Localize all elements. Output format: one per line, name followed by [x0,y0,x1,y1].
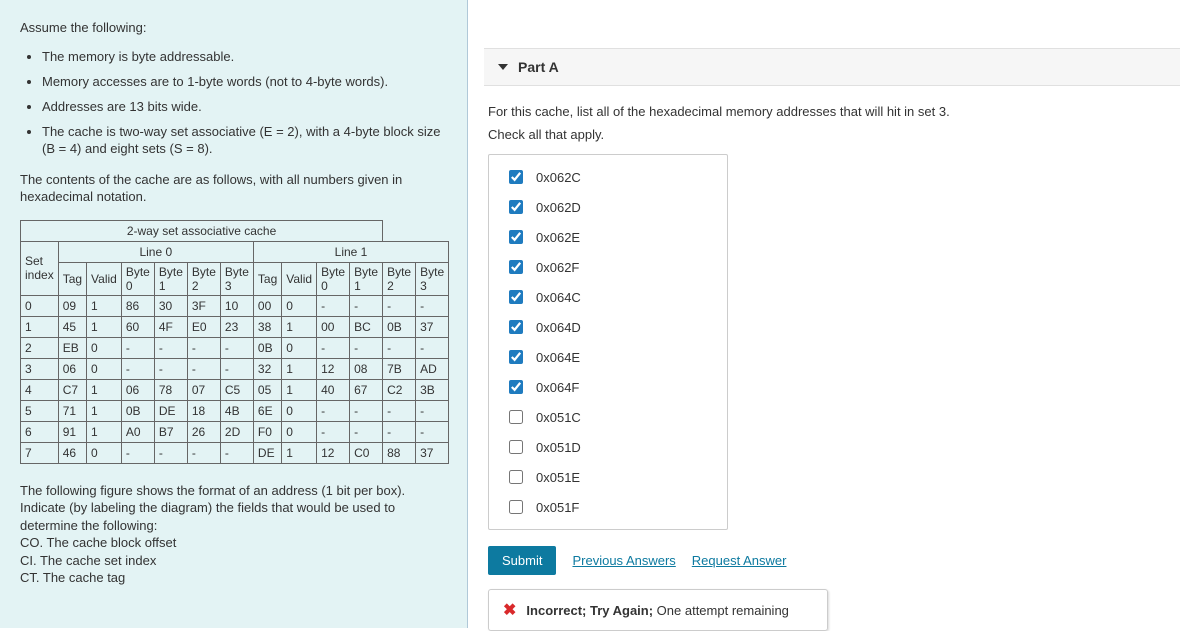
action-row: Submit Previous Answers Request Answer [488,546,1180,575]
option-checkbox[interactable] [509,200,523,214]
col-b2: Byte 2 [187,262,220,295]
option-row: 0x062C [505,167,711,187]
part-header[interactable]: Part A [484,48,1180,86]
option-label: 0x064F [536,380,579,395]
option-row: 0x051D [505,437,711,457]
list-item: The memory is byte addressable. [42,49,447,64]
col-tag: Tag [58,262,86,295]
option-row: 0x051F [505,497,711,517]
table-row: 1451604FE02338100BC0B37 [21,316,449,337]
table-row: 2EB0----0B0---- [21,337,449,358]
option-checkbox[interactable] [509,500,523,514]
table-title: 2-way set associative cache [21,220,383,241]
option-label: 0x062F [536,260,579,275]
option-label: 0x062C [536,170,581,185]
table-row: 6911A0B7262DF00---- [21,421,449,442]
option-label: 0x062D [536,200,581,215]
question-text: For this cache, list all of the hexadeci… [488,104,1180,119]
table-row: 009186303F10000---- [21,295,449,316]
contents-note: The contents of the cache are as follows… [20,172,447,206]
option-label: 0x064C [536,290,581,305]
option-checkbox[interactable] [509,260,523,274]
x-icon: ✖ [503,600,516,620]
col-tag: Tag [253,262,281,295]
option-checkbox[interactable] [509,350,523,364]
option-label: 0x064E [536,350,580,365]
feedback-box: ✖ Incorrect; Try Again; One attempt rema… [488,589,828,631]
cache-table: 2-way set associative cache Set index Li… [20,220,449,464]
option-row: 0x062E [505,227,711,247]
col-valid: Valid [87,262,122,295]
option-row: 0x062F [505,257,711,277]
col-valid: Valid [282,262,317,295]
col-b1: Byte 1 [154,262,187,295]
option-row: 0x064D [505,317,711,337]
option-label: 0x051E [536,470,580,485]
option-checkbox[interactable] [509,230,523,244]
col-line1: Line 1 [253,241,448,262]
address-note: The following figure shows the format of… [20,482,447,587]
request-answer-link[interactable]: Request Answer [692,553,787,568]
col-b3: Byte 3 [220,262,253,295]
option-checkbox[interactable] [509,470,523,484]
part-title: Part A [518,59,559,75]
assume-heading: Assume the following: [20,20,447,35]
previous-answers-link[interactable]: Previous Answers [572,553,675,568]
options-box: 0x062C 0x062D 0x062E 0x062F 0x064C 0x064D 0x06… [488,154,728,530]
col-b2: Byte 2 [383,262,416,295]
option-checkbox[interactable] [509,410,523,424]
option-label: 0x062E [536,230,580,245]
col-b3: Byte 3 [416,262,449,295]
option-label: 0x051C [536,410,581,425]
option-row: 0x064F [505,377,711,397]
col-set: Set index [21,241,59,295]
option-checkbox[interactable] [509,170,523,184]
col-b0: Byte 0 [317,262,350,295]
option-row: 0x051E [505,467,711,487]
submit-button[interactable]: Submit [488,546,556,575]
list-item: The cache is two-way set associative (E … [42,124,447,158]
answer-panel: Part A For this cache, list all of the h… [468,0,1200,628]
option-label: 0x064D [536,320,581,335]
problem-panel: Assume the following: The memory is byte… [0,0,468,628]
assumptions-list: The memory is byte addressable. Memory a… [42,49,447,158]
option-row: 0x062D [505,197,711,217]
option-label: 0x051D [536,440,581,455]
check-instruction: Check all that apply. [488,127,1180,142]
option-row: 0x064C [505,287,711,307]
option-checkbox[interactable] [509,440,523,454]
col-b0: Byte 0 [121,262,154,295]
col-b1: Byte 1 [350,262,383,295]
chevron-down-icon [498,64,508,70]
option-row: 0x051C [505,407,711,427]
option-row: 0x064E [505,347,711,367]
list-item: Memory accesses are to 1-byte words (not… [42,74,447,89]
table-row: 4C71067807C50514067C23B [21,379,449,400]
table-row: 57110BDE184B6E0---- [21,400,449,421]
table-row: 3060----32112087BAD [21,358,449,379]
feedback-text: Incorrect; Try Again; One attempt remain… [526,603,789,618]
col-line0: Line 0 [58,241,253,262]
list-item: Addresses are 13 bits wide. [42,99,447,114]
option-checkbox[interactable] [509,290,523,304]
option-checkbox[interactable] [509,380,523,394]
table-row: 7460----DE112C08837 [21,442,449,463]
option-label: 0x051F [536,500,579,515]
option-checkbox[interactable] [509,320,523,334]
